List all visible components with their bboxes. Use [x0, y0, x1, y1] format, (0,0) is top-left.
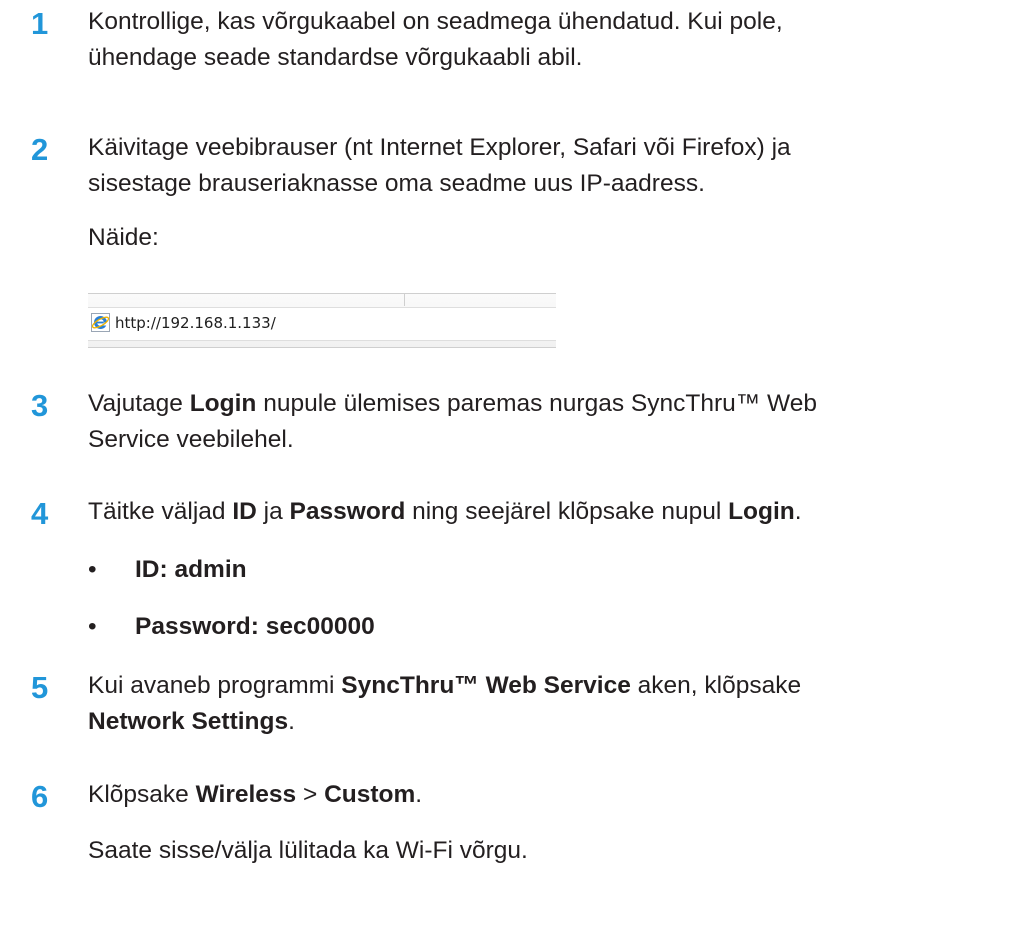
wireless-label: Wireless: [195, 781, 297, 808]
step-line: Kontrollige, kas võrgukaabel on seadmega…: [88, 8, 783, 35]
step-number: 2: [31, 132, 49, 167]
step-text: Täitke väljad ID ja Password ning seejär…: [88, 498, 802, 525]
toolbar-divider: [404, 294, 405, 306]
id-label: ID: [232, 498, 257, 525]
list-item: • Password: sec00000: [88, 609, 375, 645]
step-line: Käivitage veebibrauser (nt Internet Expl…: [88, 134, 791, 161]
step-line: Kui avaneb programmi SyncThru™ Web Servi…: [88, 672, 802, 699]
step-note: Saate sisse/välja lülitada ka Wi-Fi võrg…: [88, 837, 528, 864]
step-text: Vajutage Login nupule ülemises paremas n…: [88, 386, 1033, 458]
bullet: •: [88, 556, 97, 583]
custom-label: Custom: [324, 781, 416, 808]
step-line: ühendage seade standardse võrgukaabli ab…: [88, 44, 583, 71]
step-text: Kui avaneb programmi SyncThru™ Web Servi…: [88, 668, 1033, 740]
step-text: Klõpsake Wireless > Custom.: [88, 781, 423, 808]
step-number: 4: [31, 496, 49, 531]
step-number: 3: [31, 388, 49, 423]
step-line: Service veebilehel.: [88, 426, 294, 453]
example-address-bar: http://192.168.1.133/: [88, 293, 556, 348]
syncthru-label: SyncThru™ Web Service: [341, 672, 631, 699]
step-line: sisestage brauseriaknasse oma seadme uus…: [88, 170, 705, 197]
example-label: Näide:: [88, 224, 159, 251]
password-label: Password: [289, 498, 406, 525]
step-line: Network Settings.: [88, 708, 295, 735]
bullet: •: [88, 613, 97, 640]
network-settings-label: Network Settings: [88, 708, 289, 735]
step-number: 1: [31, 6, 49, 41]
login-label: Login: [728, 498, 795, 525]
login-label: Login: [189, 390, 257, 417]
step-number: 6: [31, 779, 49, 814]
address-field: http://192.168.1.133/: [88, 307, 556, 341]
url-text: http://192.168.1.133/: [115, 314, 276, 332]
step-line: Vajutage Login nupule ülemises paremas n…: [88, 390, 817, 417]
step-text: Käivitage veebibrauser (nt Internet Expl…: [88, 130, 1033, 202]
step-number: 5: [31, 670, 49, 705]
internet-explorer-icon: [91, 313, 110, 332]
step-text: Kontrollige, kas võrgukaabel on seadmega…: [88, 4, 1033, 76]
list-item: • ID: admin: [88, 552, 247, 588]
